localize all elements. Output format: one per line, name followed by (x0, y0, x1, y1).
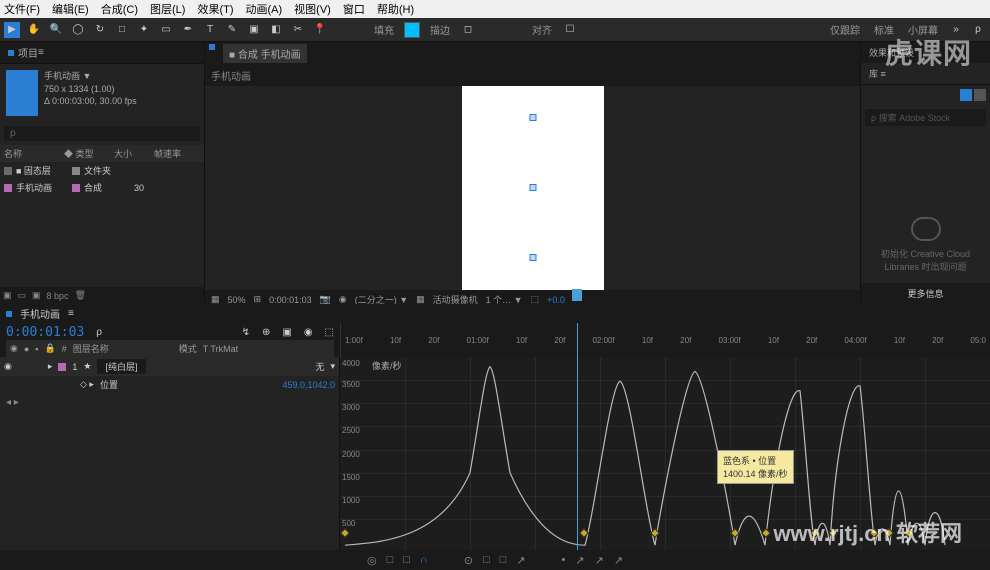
interpret-icon[interactable]: ▣ (3, 290, 12, 301)
ge-ease-in-icon[interactable]: ↗ (575, 554, 584, 567)
rotate-tool-icon[interactable]: ↻ (92, 22, 108, 38)
stroke-label: 描边 (430, 22, 450, 37)
watermark: www.rjtj.cn 软荐网 (773, 516, 962, 548)
composition-panel: ■ 合成 手机动画 手机动画 ▦ 50% ⊞ 0:00:01:03 📷 ◉ (二… (205, 42, 860, 304)
comp-subtitle: 手机动画 (205, 65, 860, 86)
fill-color-swatch[interactable] (404, 22, 420, 38)
menu-edit[interactable]: 编辑(E) (52, 1, 89, 17)
menu-layer[interactable]: 图层(L) (150, 1, 185, 17)
tl-icon[interactable]: ⬚ (325, 327, 334, 338)
ge-snap-icon[interactable]: □ (500, 554, 507, 566)
tl-icon[interactable]: ↯ (242, 327, 250, 338)
comp-viewer[interactable] (205, 86, 860, 290)
selection-tool-icon[interactable]: ▶ (4, 22, 20, 38)
search-help-icon[interactable]: ρ (970, 22, 986, 38)
library-more-info[interactable]: 更多信息 (861, 283, 990, 304)
library-empty-state: 初始化 Creative Cloud Libraries 时出现问题 (861, 130, 990, 283)
timeline-ruler[interactable]: 1:00f10f20f01:00f10f20f02:00f10f20f03:00… (340, 323, 990, 357)
comp-time[interactable]: 0:00:01:03 (269, 295, 312, 305)
ge-ease-icon[interactable]: ↗ (516, 554, 525, 567)
menu-window[interactable]: 窗口 (343, 1, 365, 17)
menu-bar: 文件(F) 编辑(E) 合成(C) 图层(L) 效果(T) 动画(A) 视图(V… (0, 0, 990, 18)
project-panel: 项目 ≡ 手机动画 ▼ 750 x 1334 (1.00) Δ 0:00:03:… (0, 42, 205, 304)
cloud-icon (911, 217, 941, 241)
watermark: 虎课网 (885, 32, 972, 72)
orbit-tool-icon[interactable]: ◯ (70, 22, 86, 38)
snap-label: 对齐 (532, 22, 552, 37)
comp-tab[interactable]: ■ 合成 手机动画 (223, 44, 307, 63)
shape-tool-icon[interactable]: ▭ (158, 22, 174, 38)
toolbar: ▶ ✋ 🔍 ◯ ↻ □ ✦ ▭ ✒ T ✎ ▣ ◧ ✂ 📍 填充 描边 ◻ 对齐… (0, 18, 990, 42)
project-meta: 手机动画 ▼ 750 x 1334 (1.00) Δ 0:00:03:00, 3… (44, 70, 137, 116)
transform-handle[interactable] (529, 184, 536, 191)
bpc-toggle[interactable]: 8 bpc (47, 291, 69, 301)
ge-eye-icon[interactable]: ◎ (367, 554, 377, 567)
zoom-tool-icon[interactable]: 🔍 (48, 22, 64, 38)
timeline-layer-list: ◉▸ 1 ★ [纯白层] 无▾ ◇ ▸ 位置 459.0,1042.0 ◂ ▸ (0, 357, 340, 550)
comp-canvas[interactable] (462, 86, 604, 290)
project-footer: ▣ ▭ ▣ 8 bpc 🗑 (0, 287, 204, 304)
fill-label: 填充 (374, 22, 394, 37)
ge-ease-both-icon[interactable]: ↗ (614, 554, 623, 567)
hand-tool-icon[interactable]: ✋ (26, 22, 42, 38)
trash-icon[interactable]: 🗑 (75, 290, 86, 301)
view-list-icon[interactable] (974, 89, 986, 101)
new-comp-icon[interactable]: ▣ (32, 290, 41, 301)
anchor-tool-icon[interactable]: ✦ (136, 22, 152, 38)
view-grid-icon[interactable] (960, 89, 972, 101)
transform-handle[interactable] (529, 114, 536, 121)
ge-graph-type-icon[interactable]: ∩ (420, 554, 428, 566)
library-search-input[interactable]: ρ 搜索 Adobe Stock (865, 109, 986, 126)
menu-view[interactable]: 视图(V) (294, 1, 331, 17)
stamp-tool-icon[interactable]: ▣ (246, 22, 262, 38)
menu-effect[interactable]: 效果(T) (197, 1, 233, 17)
tl-icon[interactable]: ◉ (304, 327, 313, 338)
ge-box-icon[interactable]: □ (403, 554, 410, 566)
text-tool-icon[interactable]: T (202, 22, 218, 38)
ge-snap-icon[interactable]: □ (483, 554, 490, 566)
transform-handle[interactable] (529, 254, 536, 261)
ge-fit-icon[interactable]: ⊙ (464, 554, 473, 567)
ge-keyframe-icon[interactable]: • (562, 554, 566, 566)
roto-tool-icon[interactable]: ✂ (290, 22, 306, 38)
timeline-tab[interactable]: 手机动画 (20, 306, 60, 321)
timeline-layer-row[interactable]: ◉▸ 1 ★ [纯白层] 无▾ (0, 357, 339, 376)
timecode-display[interactable]: 0:00:01:03 (6, 325, 84, 340)
project-thumbnail[interactable] (6, 70, 38, 116)
playhead[interactable] (577, 323, 578, 357)
tl-icon[interactable]: ⊕ (262, 327, 270, 338)
timeline-search-input[interactable]: ρ (96, 327, 102, 338)
eraser-tool-icon[interactable]: ◧ (268, 22, 284, 38)
menu-composition[interactable]: 合成(C) (101, 1, 138, 17)
project-tab[interactable]: 项目 ≡ (0, 42, 204, 64)
graph-tooltip: 蓝色系 • 位置 1400.14 像素/秒 (717, 450, 794, 484)
right-panel: 效果和预设 库 ≡ ρ 搜索 Adobe Stock 初始化 Creative … (860, 42, 990, 304)
layer-expand-icon[interactable]: ◂ ▸ (0, 393, 339, 412)
menu-help[interactable]: 帮助(H) (377, 1, 414, 17)
comp-exposure[interactable]: +0.0 (547, 295, 565, 305)
menu-animation[interactable]: 动画(A) (246, 1, 283, 17)
graph-editor-toolbar: ◎ □ □ ∩ ⊙ □ □ ↗ • ↗ ↗ ↗ (0, 550, 990, 570)
comp-zoom[interactable]: 50% (228, 295, 246, 305)
menu-file[interactable]: 文件(F) (4, 1, 40, 17)
project-search-input[interactable]: ρ (4, 126, 200, 141)
snap-toggle-icon[interactable]: ☐ (562, 22, 578, 38)
stroke-swatch-icon[interactable]: ◻ (460, 22, 476, 38)
timeline-columns: ◉●▪🔒# 图层名称 模式 T TrkMat (6, 340, 334, 357)
project-row-comp[interactable]: 手机动画合成30 (0, 179, 204, 196)
ge-box-icon[interactable]: □ (387, 554, 394, 566)
project-columns: 名称◆ 类型大小帧速率 (0, 145, 204, 162)
puppet-tool-icon[interactable]: 📍 (312, 22, 328, 38)
project-row-folder[interactable]: ■ 固态层文件夹 (0, 162, 204, 179)
tl-icon[interactable]: ▣ (282, 327, 291, 338)
pen-tool-icon[interactable]: ✒ (180, 22, 196, 38)
workspace-track[interactable]: 仅跟踪 (830, 22, 860, 37)
timeline-property-row[interactable]: ◇ ▸ 位置 459.0,1042.0 (0, 376, 339, 393)
camera-tool-icon[interactable]: □ (114, 22, 130, 38)
ge-ease-out-icon[interactable]: ↗ (595, 554, 604, 567)
brush-tool-icon[interactable]: ✎ (224, 22, 240, 38)
new-bin-icon[interactable]: ▭ (18, 290, 27, 301)
